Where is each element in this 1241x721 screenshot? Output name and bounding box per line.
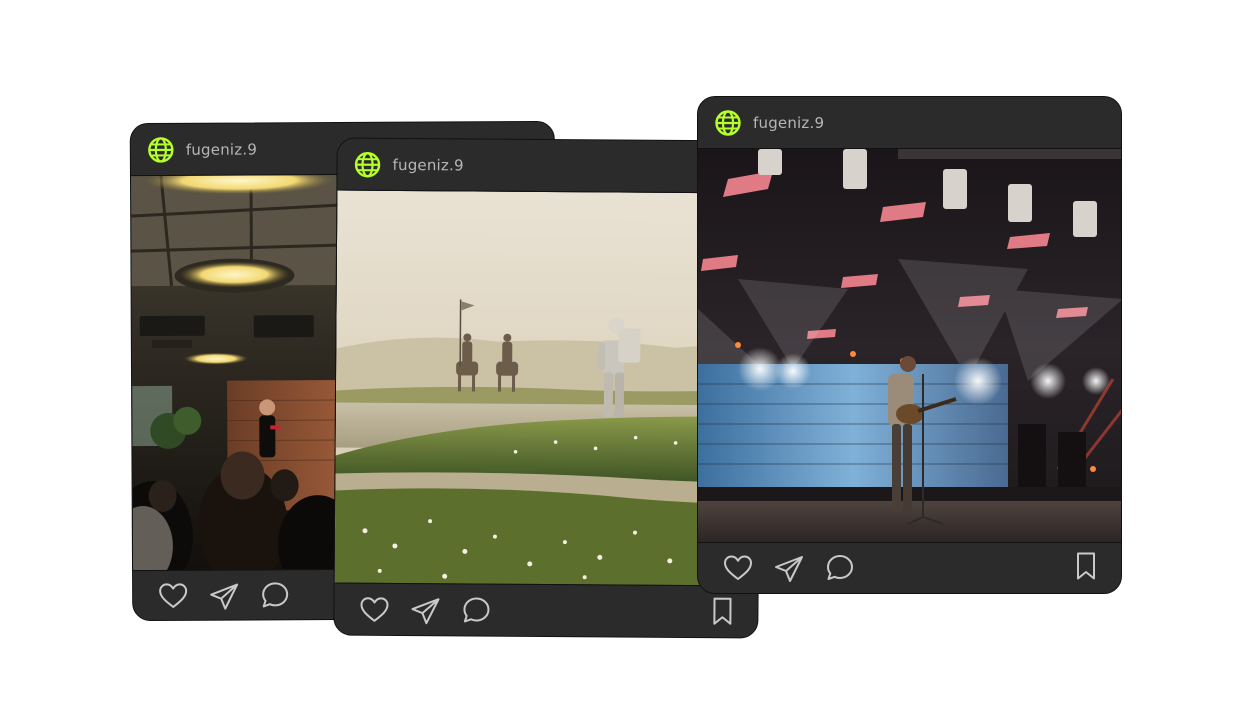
post-photo-concert[interactable] (698, 149, 1121, 544)
like-icon[interactable] (722, 552, 754, 584)
share-icon[interactable] (409, 595, 441, 627)
globe-icon[interactable] (147, 135, 175, 163)
globe-icon[interactable] (714, 109, 742, 137)
like-icon[interactable] (157, 580, 189, 612)
post-card-concert[interactable]: fugeniz.9 (697, 96, 1122, 594)
post-username[interactable]: fugeniz.9 (186, 140, 257, 158)
post-header: fugeniz.9 (698, 97, 1121, 149)
globe-icon[interactable] (353, 150, 381, 178)
post-actions (698, 542, 1121, 593)
post-cards-stage: fugeniz.9 fugeniz.9 fugeniz.9 (0, 0, 1241, 721)
bookmark-icon[interactable] (706, 595, 738, 627)
bookmark-icon[interactable] (1070, 550, 1102, 582)
post-username[interactable]: fugeniz.9 (753, 114, 824, 132)
comment-icon[interactable] (259, 579, 291, 611)
post-actions (334, 582, 758, 638)
comment-icon[interactable] (824, 552, 856, 584)
share-icon[interactable] (773, 553, 805, 585)
comment-icon[interactable] (460, 594, 492, 626)
share-icon[interactable] (208, 581, 240, 613)
post-username[interactable]: fugeniz.9 (392, 155, 463, 173)
like-icon[interactable] (358, 594, 390, 626)
